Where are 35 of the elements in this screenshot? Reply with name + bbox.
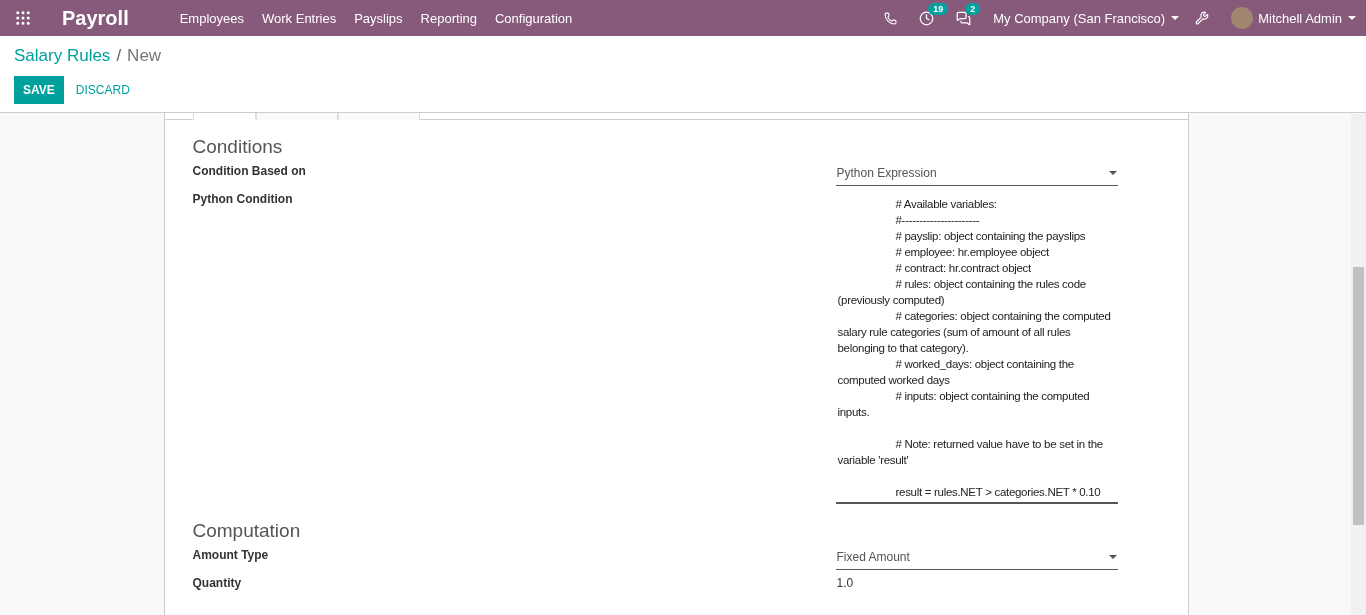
menu-item[interactable]: Payslips: [345, 10, 412, 26]
discard-button[interactable]: DISCARD: [67, 76, 138, 104]
menu-item[interactable]: Reporting: [411, 10, 486, 26]
save-button[interactable]: SAVE: [14, 76, 64, 104]
breadcrumb-link[interactable]: Salary Rules: [14, 46, 111, 66]
clock-icon[interactable]: [919, 10, 935, 26]
section-title: Computation: [192, 520, 302, 542]
phone-icon[interactable]: [884, 11, 898, 25]
input-field[interactable]: 1.0: [835, 574, 1118, 592]
menu-item[interactable]: Employees: [170, 10, 253, 26]
breadcrumb-current: New: [127, 46, 162, 66]
caret-icon: [1108, 171, 1117, 175]
apps-menu-icon[interactable]: [14, 9, 32, 27]
company-switcher[interactable]: My Company (San Francisco): [993, 10, 1180, 26]
chat-icon[interactable]: [956, 10, 972, 26]
breadcrumb-separator: /: [116, 46, 122, 66]
menu-item[interactable]: Configuration: [486, 10, 582, 26]
select-field[interactable]: Python Expression: [835, 162, 1118, 186]
caret-icon: [1108, 555, 1117, 559]
code-field[interactable]: # Available variables: #---------------------- # payslip: object containing the payslips # employee: hr.employee object # contract: hr.contract object # rules: object containing the rules code (previously computed) # categories: object containing the computed salary rule categories (sum of amount of all rules belonging to that category). # worked_days: object containing the computed worked days # inputs: object containing the computed inputs. # Note: returned value have to be set in the variable 'result' result = rules.NET > categories.NET * 0.10: [835, 190, 1118, 504]
app-title: Payroll: [62, 6, 129, 30]
message-count-badge: 2: [965, 2, 981, 15]
field-label: Python Condition: [192, 191, 294, 208]
field-label: Quantity: [192, 575, 243, 592]
select-field[interactable]: Fixed Amount: [835, 546, 1118, 570]
tools-icon[interactable]: [1195, 11, 1210, 25]
scrollbar-thumb[interactable]: [1353, 267, 1364, 525]
menu-item[interactable]: Work Entries: [253, 10, 346, 26]
field-label: Condition Based on: [192, 163, 307, 180]
scrollbar[interactable]: [1351, 114, 1366, 615]
activity-count-badge: 19: [928, 2, 949, 15]
section-title: Conditions: [192, 136, 284, 158]
user-menu[interactable]: Mitchell Admin: [1258, 10, 1356, 26]
field-label: Amount Type: [192, 547, 270, 564]
avatar: [1231, 7, 1254, 29]
